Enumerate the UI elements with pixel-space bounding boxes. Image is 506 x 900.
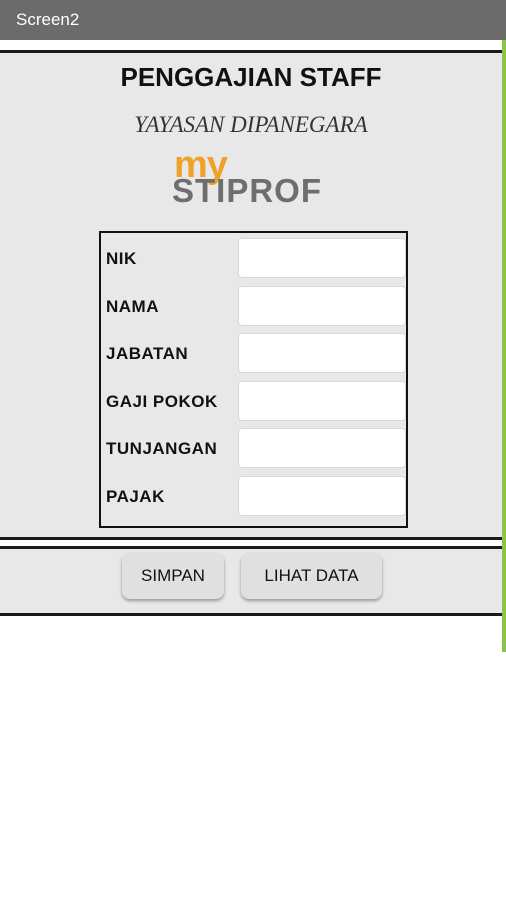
pajak-label: PAJAK [106,487,165,506]
nama-label: NAMA [106,297,159,316]
form-row-gaji-pokok: GAJI POKOK [101,378,406,425]
tunjangan-label: TUNJANGAN [106,439,218,458]
nik-label: NIK [106,249,137,268]
form-row-nik: NIK [101,235,406,282]
form-row-pajak: PAJAK [101,473,406,520]
tunjangan-input[interactable] [238,428,406,468]
pajak-input[interactable] [238,476,406,516]
save-button[interactable]: SIMPAN [122,553,224,599]
gaji-pokok-input[interactable] [238,381,406,421]
logo: my STIPROF [170,144,340,210]
nik-input[interactable] [238,238,406,278]
edge-accent [502,40,506,652]
view-data-button[interactable]: LIHAT DATA [241,553,382,599]
form-row-jabatan: JABATAN [101,330,406,377]
salary-form: NIK NAMA JABATAN GAJI POKOK TUNJANGAN PA… [99,231,408,528]
nama-input[interactable] [238,286,406,326]
jabatan-label: JABATAN [106,344,189,363]
form-row-nama: NAMA [101,283,406,330]
jabatan-input[interactable] [238,333,406,373]
page-title: PENGGAJIAN STAFF [120,62,382,92]
screen-title: Screen2 [16,10,80,29]
app-title-bar: Screen2 [0,0,506,40]
form-row-tunjangan: TUNJANGAN [101,425,406,472]
gaji-pokok-label: GAJI POKOK [106,392,218,411]
organization-name: YAYASAN DIPANEGARA [134,112,368,137]
logo-bottom-text: STIPROF [172,172,323,209]
